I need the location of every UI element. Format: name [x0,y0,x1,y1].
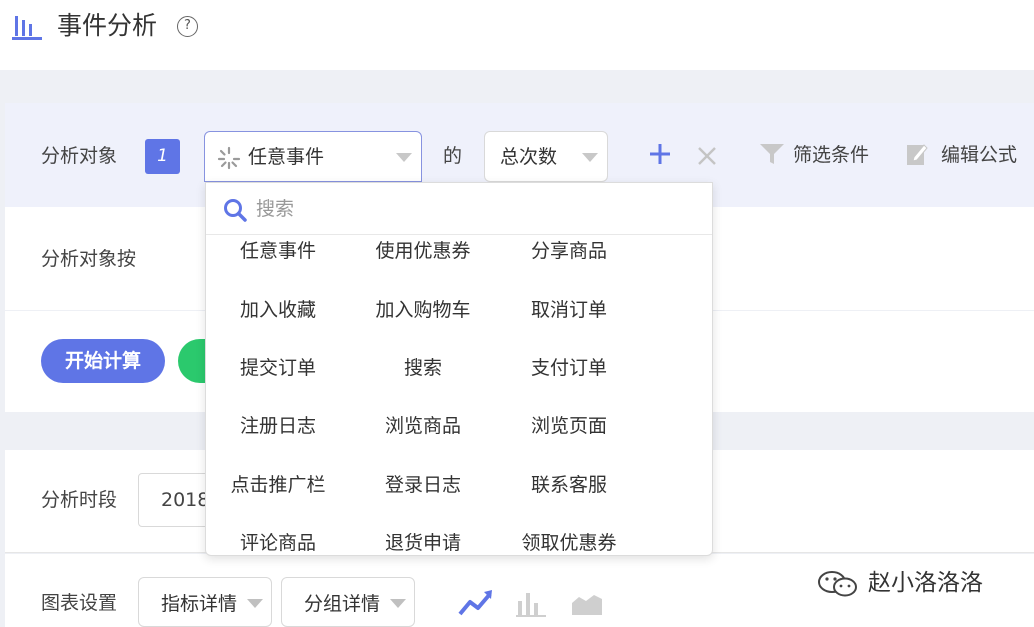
help-icon[interactable]: ? [177,16,198,37]
filter-icon[interactable] [759,142,785,166]
analysis-target-label: 分析对象 [41,145,118,167]
chevron-down-icon [247,599,263,608]
event-option[interactable]: 搜索 [363,355,483,381]
event-select[interactable]: 任意事件 [204,131,422,182]
edit-formula-icon[interactable] [906,142,928,166]
dropdown-search [206,183,712,235]
event-option[interactable]: 加入购物车 [363,297,483,323]
event-select-value: 任意事件 [248,146,325,168]
event-option[interactable]: 登录日志 [363,472,483,498]
measure-select-value: 总次数 [500,146,558,168]
search-input[interactable] [256,195,696,223]
event-option[interactable]: 加入收藏 [218,297,338,323]
event-option[interactable]: 浏览页面 [509,413,629,439]
measure-select[interactable]: 总次数 [484,131,608,182]
page-header: 事件分析 ? [0,0,1034,70]
start-calculation-button[interactable]: 开始计算 [41,339,165,383]
event-option[interactable]: 联系客服 [509,472,629,498]
area-chart-icon[interactable] [570,589,604,617]
filter-conditions-button[interactable]: 筛选条件 [793,142,869,168]
event-option[interactable]: 取消订单 [509,297,629,323]
bar-chart-icon[interactable] [516,589,546,617]
event-option[interactable]: 支付订单 [509,355,629,381]
analysis-period-label: 分析时段 [41,489,118,511]
connector-text: 的 [443,145,463,167]
event-option[interactable]: 提交订单 [218,355,338,381]
bar-chart-icon [12,16,42,40]
event-option[interactable]: 点击推广栏 [218,472,338,498]
spark-icon [217,146,241,170]
add-icon[interactable] [648,142,672,166]
event-option[interactable]: 浏览商品 [363,413,483,439]
event-option[interactable]: 退货申请 [363,530,483,555]
group-detail-select[interactable]: 分组详情 [281,577,415,627]
event-dropdown: 任意事件使用优惠券分享商品加入收藏加入购物车取消订单提交订单搜索支付订单注册日志… [205,182,713,556]
chevron-down-icon [390,599,406,608]
event-option[interactable]: 评论商品 [218,530,338,555]
event-option[interactable]: 注册日志 [218,413,338,439]
group-detail-value: 分组详情 [304,593,381,615]
edit-formula-button[interactable]: 编辑公式 [941,142,1017,168]
chart-settings-label: 图表设置 [41,592,118,614]
page-title: 事件分析 [57,11,158,40]
chevron-down-icon [396,153,412,162]
search-icon [224,199,247,222]
event-option[interactable]: 分享商品 [509,238,629,264]
wechat-icon [818,571,857,597]
chevron-down-icon [582,153,598,162]
metric-detail-select[interactable]: 指标详情 [138,577,272,627]
event-option[interactable]: 任意事件 [218,238,338,264]
line-chart-icon[interactable] [458,588,494,618]
metric-detail-value: 指标详情 [161,593,238,615]
event-option[interactable]: 使用优惠券 [363,238,483,264]
target-index-badge: 1 [145,139,180,174]
group-by-label: 分析对象按 [41,248,137,270]
event-option[interactable]: 领取优惠券 [509,530,629,555]
close-icon[interactable] [696,145,718,167]
watermark-text: 赵小洛洛洛 [868,570,983,596]
